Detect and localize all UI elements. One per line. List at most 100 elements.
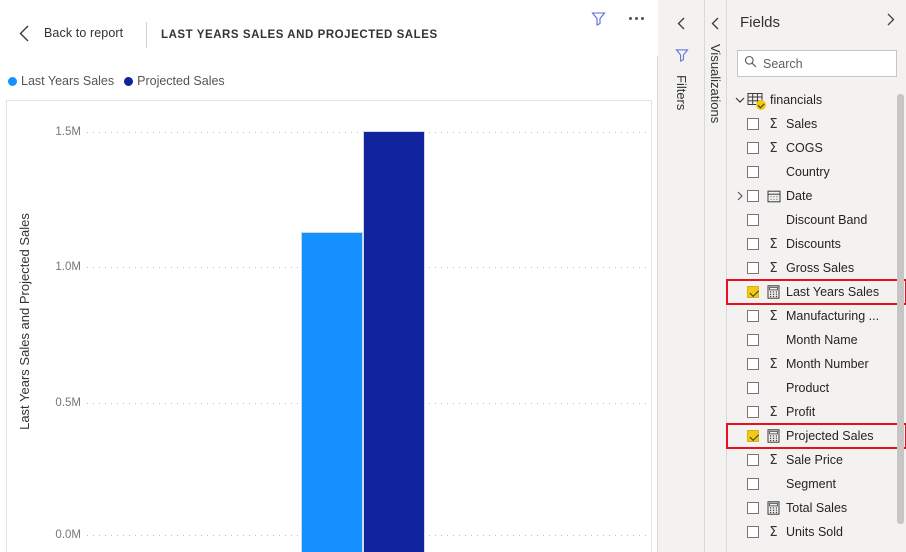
visualizations-panel-stack: Visualizations [705,0,726,552]
fields-table-label: financials [770,93,823,107]
field-row-segment[interactable]: Segment [727,472,906,496]
field-row-sales[interactable]: Σ Sales [727,112,906,136]
field-row-units-sold[interactable]: Σ Units Sold [727,520,906,544]
fields-pane: Fields Search financials Σ Sales Σ COGS … [726,0,906,552]
fields-scrollbar[interactable] [897,92,904,544]
field-checkbox[interactable] [747,262,759,274]
field-row-gross-sales[interactable]: Σ Gross Sales [727,256,906,280]
field-label: Date [786,189,813,203]
field-label: Profit [786,405,816,419]
field-checkbox[interactable] [747,286,759,298]
chevron-down-icon[interactable] [733,88,747,112]
field-checkbox[interactable] [747,526,759,538]
field-row-date[interactable]: Date [727,184,906,208]
toolbar-actions [586,6,648,30]
calculator-icon [766,429,781,443]
sigma-icon: Σ [769,404,778,420]
search-icon [744,55,757,73]
legend-swatch [8,76,17,86]
field-label: Country [786,165,830,179]
y-axis-tick: 0.5M [55,397,81,409]
filter-funnel-icon [674,48,689,67]
field-checkbox[interactable] [747,334,759,346]
field-checkbox[interactable] [747,430,759,442]
bar-projected-sales[interactable] [363,131,425,552]
field-checkbox[interactable] [747,166,759,178]
field-row-product[interactable]: Product [727,376,906,400]
field-row-profit[interactable]: Σ Profit [727,400,906,424]
field-checkbox[interactable] [747,214,759,226]
field-checkbox[interactable] [747,454,759,466]
more-options-ellipsis-icon[interactable] [624,6,648,30]
field-row-last-years-sales[interactable]: Last Years Sales [726,279,906,305]
sigma-icon: Σ [769,308,778,324]
chevron-right-icon[interactable] [885,12,896,32]
field-label: Total Sales [786,501,848,515]
filters-panel-label: Filters [674,75,689,111]
field-label: Product [786,381,830,395]
field-row-month-number[interactable]: Σ Month Number [727,352,906,376]
field-checkbox[interactable] [747,118,759,130]
back-to-report-label[interactable]: Back to report [44,26,123,40]
field-row-discounts[interactable]: Σ Discounts [727,232,906,256]
calendar-icon [766,189,781,203]
filters-panel-collapsed[interactable]: Filters [659,0,705,552]
plot-area: 1.5M 1.0M 0.5M 0.0M [35,101,651,552]
filter-funnel-icon[interactable] [586,6,610,30]
field-checkbox[interactable] [747,406,759,418]
fields-list: Σ Sales Σ COGS Country Date Discount Band Σ Disc… [726,112,906,544]
field-label: Month Number [786,357,869,371]
fields-scrollbar-thumb[interactable] [897,94,904,524]
legend-swatch [124,76,134,86]
field-row-manufacturing[interactable]: Σ Manufacturing ... [727,304,906,328]
field-label: Sales [786,117,818,131]
back-to-report-button[interactable]: Back to report [14,22,123,44]
field-checkbox[interactable] [747,358,759,370]
field-checkbox[interactable] [747,238,759,250]
fields-table-financials[interactable]: financials [727,88,906,112]
visualizations-panel-collapsed[interactable]: Visualizations [705,0,727,552]
chevron-left-icon[interactable] [14,22,34,44]
field-checkbox[interactable] [747,310,759,322]
field-label: Sale Price [786,453,843,467]
legend-item-last-years-sales[interactable]: Last Years Sales [8,74,114,88]
sigma-icon: Σ [769,260,778,276]
legend-item-projected-sales[interactable]: Projected Sales [124,74,225,88]
field-row-month-name[interactable]: Month Name [727,328,906,352]
report-toolbar: Back to report LAST YEARS SALES AND PROJ… [0,0,658,56]
toolbar-divider [146,22,147,48]
bar-chart[interactable]: Last Years Sales and Projected Sales 1.5… [6,100,652,552]
bar-last-years-sales[interactable] [301,232,363,552]
visual-title-group: LAST YEARS SALES AND PROJECTED SALES [146,22,438,48]
field-checkbox[interactable] [747,502,759,514]
field-row-discount-band[interactable]: Discount Band [727,208,906,232]
y-axis-tick: 1.0M [55,261,81,273]
power-bi-focus-view: Back to report LAST YEARS SALES AND PROJ… [0,0,906,552]
field-label: Discount Band [786,213,868,227]
field-checkbox[interactable] [747,478,759,490]
calculator-icon [766,285,781,299]
field-row-country[interactable]: Country [727,160,906,184]
field-row-cogs[interactable]: Σ COGS [727,136,906,160]
field-checkbox[interactable] [747,190,759,202]
field-checkbox[interactable] [747,142,759,154]
fields-search-box[interactable] [737,50,897,77]
field-row-total-sales[interactable]: Total Sales [727,496,906,520]
search-input[interactable] [763,56,890,71]
table-icon [747,92,766,110]
field-checkbox[interactable] [747,382,759,394]
field-label: COGS [786,141,823,155]
chevron-right-icon[interactable] [733,184,747,208]
field-row-projected-sales[interactable]: Projected Sales [726,423,906,449]
field-row-sale-price[interactable]: Σ Sale Price [727,448,906,472]
visualizations-panel-label: Visualizations [708,44,723,124]
visual-title: LAST YEARS SALES AND PROJECTED SALES [161,29,438,41]
